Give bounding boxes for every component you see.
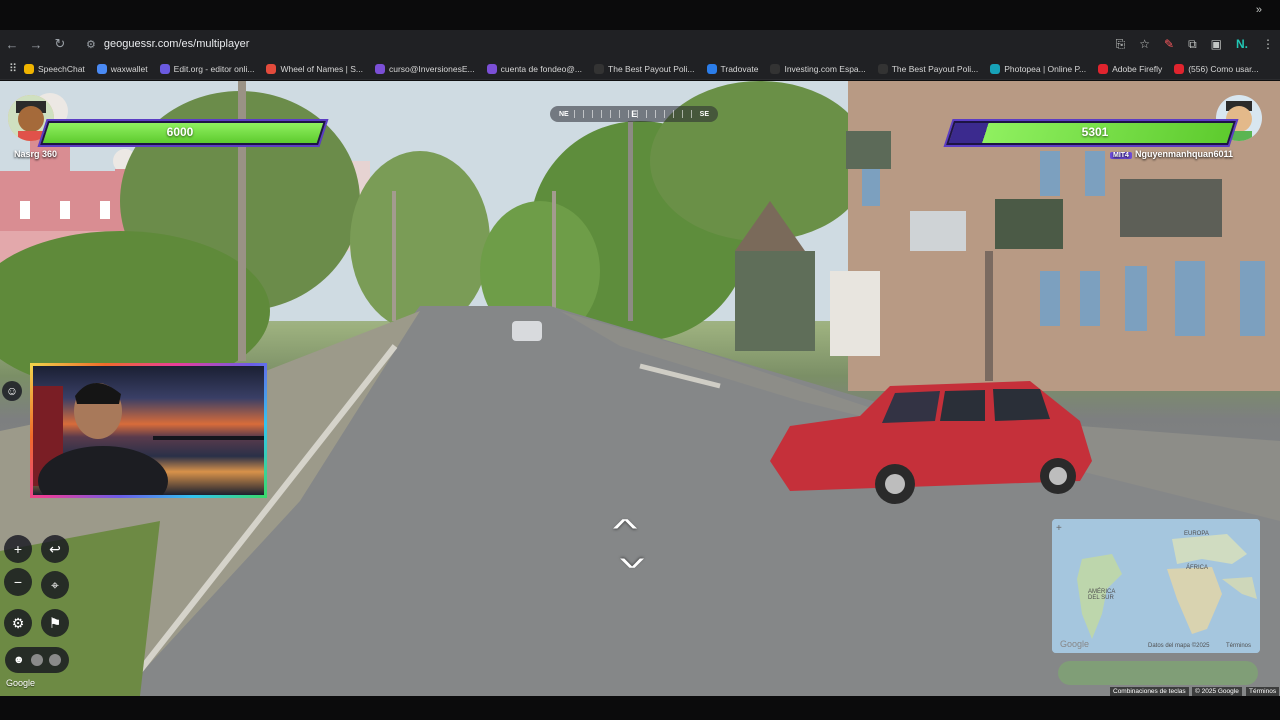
player-left-score: 6000 — [166, 125, 194, 139]
bookmark-item[interactable]: Wheel of Names | S... — [266, 63, 363, 74]
bookmark-item[interactable]: curso@InversionesE... — [374, 63, 475, 74]
bookmark-item[interactable]: cuenta de fondeo@... — [486, 63, 583, 74]
terms-link[interactable]: Términos — [1246, 687, 1280, 696]
street-view-panorama[interactable]: 6000 Nasrg 360 5301 MIT4 Nguyenmanhquan60… — [0, 81, 1280, 696]
bookmark-label: Tradovate — [720, 63, 759, 74]
minimap-google-logo: Google — [1060, 639, 1090, 649]
bookmark-item[interactable]: Edit.org - editor onli... — [159, 63, 255, 74]
bookmark-label: cuenta de fondeo@... — [500, 63, 583, 74]
bookmark-label: waxwallet — [110, 63, 148, 74]
bookmark-label: (556) Como usar... — [1188, 63, 1259, 74]
bookmark-label: Investing.com Espa... — [784, 63, 866, 74]
copyright-text: © 2025 Google — [1192, 687, 1242, 696]
bookmark-label: Photopea | Online P... — [1004, 63, 1087, 74]
bookmark-label: Edit.org - editor onli... — [173, 63, 255, 74]
map-label-africa: ÁFRICA — [1186, 565, 1209, 571]
bookmark-favicon — [1098, 63, 1109, 74]
bookmarks-overflow-icon[interactable]: » — [1256, 4, 1262, 16]
people-icon: ☻ — [13, 654, 25, 666]
minimap-map-data: Datos del mapa ©2025 — [1148, 643, 1210, 649]
bookmark-favicon — [159, 63, 170, 74]
bookmark-item[interactable]: Adobe Firefly — [1098, 63, 1163, 74]
zoom-in-button[interactable]: + — [4, 535, 32, 563]
player-right-name: Nguyenmanhquan6011 — [1134, 149, 1233, 159]
window-bottom-bar — [0, 696, 1280, 720]
google-logo: Google — [6, 678, 36, 688]
keyboard-shortcuts-link[interactable]: Combinaciones de teclas — [1110, 687, 1189, 696]
apps-grid-icon[interactable]: ⠿ — [2, 62, 24, 75]
bookmark-item[interactable]: waxwallet — [96, 63, 148, 74]
bookmark-label: Adobe Firefly — [1112, 63, 1163, 74]
settings-gear-icon[interactable]: ⚙ — [4, 609, 32, 637]
move-backward-arrow[interactable]: ^ — [620, 543, 644, 574]
minimap-expand-icon[interactable]: + — [1056, 523, 1062, 534]
map-label-america: AMÉRICA DEL SUR — [1088, 589, 1116, 601]
browser-toolbar: ← → ↻ ⚙ geoguessr.com/es/multiplayer ⎘ ☆… — [0, 30, 1280, 58]
bookmark-label: Wheel of Names | S... — [280, 63, 363, 74]
site-settings-icon[interactable]: ⚙ — [86, 38, 96, 51]
profile-avatar[interactable]: N. — [1236, 37, 1248, 51]
bookmark-item[interactable]: (556) Como usar... — [1174, 63, 1259, 74]
extensions-icon[interactable]: ⧉ — [1188, 37, 1197, 52]
player-right-score: 5301 — [1081, 125, 1109, 139]
guess-minimap[interactable]: EUROPA ÁFRICA AMÉRICA DEL SUR Google Dat… — [1052, 519, 1260, 653]
bookmark-item[interactable]: Photopea | Online P... — [990, 63, 1087, 74]
map-label-europa: EUROPA — [1184, 531, 1209, 537]
bookmark-favicon — [990, 63, 1001, 74]
address-bar[interactable]: geoguessr.com/es/multiplayer — [104, 38, 250, 50]
minimap-terms[interactable]: Términos — [1226, 643, 1251, 649]
install-app-icon[interactable]: ⎘ — [1116, 37, 1126, 52]
player-right-name-row: MIT4 Nguyenmanhquan6011 — [1110, 149, 1233, 159]
bookmark-label: The Best Payout Poli... — [891, 63, 979, 74]
window-top-bar — [0, 0, 1280, 30]
bookmark-star-icon[interactable]: ☆ — [1139, 37, 1150, 51]
bookmark-item[interactable]: SpeechChat — [24, 63, 85, 74]
member-avatar — [30, 654, 43, 666]
undo-move-icon[interactable]: ↩ — [41, 535, 69, 563]
browser-menu-icon[interactable]: ⋮ — [1262, 37, 1274, 51]
extension-pen-icon[interactable]: ✎ — [1164, 37, 1174, 51]
bookmark-item[interactable]: The Best Payout Poli... — [594, 63, 695, 74]
bookmark-favicon — [24, 63, 34, 74]
compass-se: SE — [699, 110, 709, 118]
bookmarks-bar: ⠿ SpeechChat waxwallet Edit.org - editor o… — [0, 58, 1280, 80]
bookmark-favicon — [486, 63, 497, 74]
zoom-out-button[interactable]: − — [4, 568, 32, 596]
flag-icon[interactable]: ⚑ — [41, 609, 69, 637]
bookmark-favicon — [96, 63, 107, 74]
bookmark-favicon — [266, 63, 277, 74]
player-right-level-badge: MIT4 — [1110, 152, 1132, 159]
bookmark-item[interactable]: The Best Payout Poli... — [877, 63, 979, 74]
member-avatar — [48, 654, 61, 666]
move-forward-arrow[interactable]: ^ — [613, 513, 637, 544]
bookmark-item[interactable]: Tradovate — [706, 63, 759, 74]
compass-ne: NE — [559, 110, 569, 118]
bookmark-label: The Best Payout Poli... — [608, 63, 695, 74]
bookmark-favicon — [1174, 63, 1185, 74]
bookmark-label: curso@InversionesE... — [388, 63, 475, 74]
party-members-button[interactable]: ☻ — [5, 647, 69, 673]
bookmark-favicon — [706, 63, 717, 74]
player-left-name: Nasrg 360 — [14, 149, 58, 159]
back-icon[interactable]: ← — [0, 37, 24, 52]
side-panel-icon[interactable]: ▣ — [1211, 37, 1222, 51]
bookmark-favicon — [374, 63, 385, 74]
guess-button[interactable] — [1058, 661, 1258, 685]
compass: NE E SE — [550, 106, 718, 122]
forward-icon[interactable]: → — [24, 37, 48, 52]
compass-ticks — [574, 110, 694, 118]
bookmark-favicon — [594, 63, 605, 74]
bookmark-favicon — [877, 63, 888, 74]
emote-icon[interactable]: ☺ — [2, 381, 22, 401]
webcam-overlay — [30, 363, 267, 498]
reload-icon[interactable]: ↻ — [48, 36, 72, 52]
return-to-start-icon[interactable]: ⌖ — [41, 571, 69, 599]
bookmark-item[interactable]: Investing.com Espa... — [770, 63, 866, 74]
bookmark-favicon — [770, 63, 781, 74]
bookmark-label: SpeechChat — [38, 63, 85, 74]
